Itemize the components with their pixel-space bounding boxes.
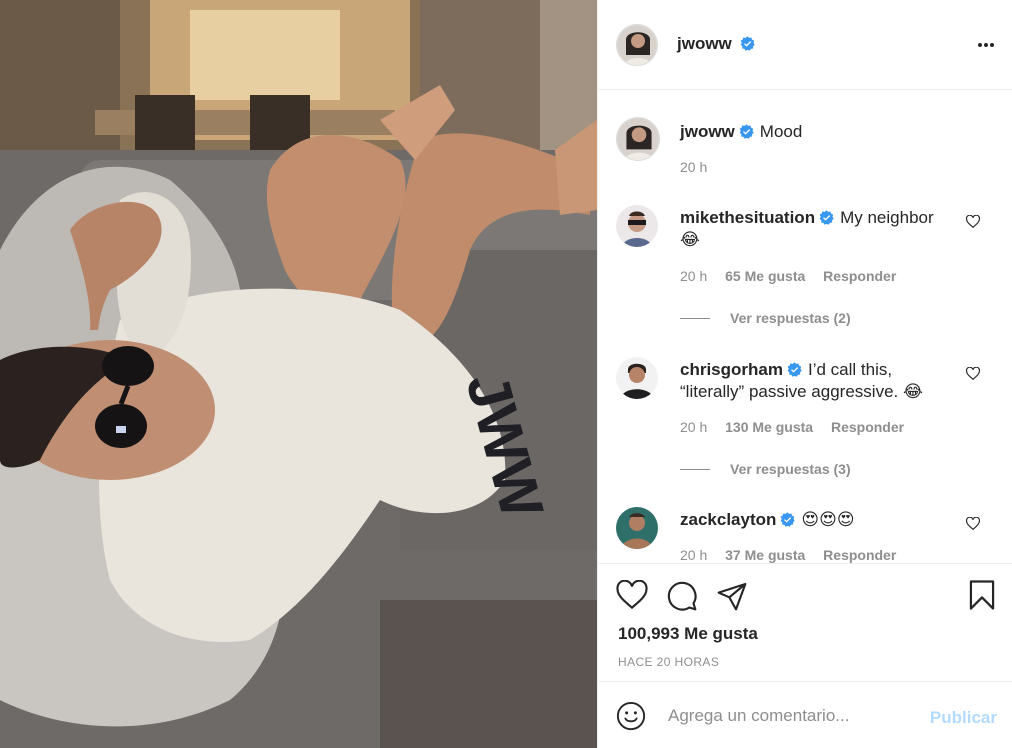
comment-text: My neighbor (840, 208, 934, 227)
bookmark-icon (969, 580, 995, 610)
comment-like-button[interactable] (965, 366, 981, 385)
caption-text: Mood (759, 122, 803, 141)
replies-divider (680, 468, 710, 470)
commenter-avatar[interactable] (616, 357, 658, 399)
save-button[interactable] (967, 579, 997, 616)
comment-likes[interactable]: 130 Me gusta (725, 419, 813, 435)
comments-list[interactable]: jwoww Mood 20 h mikethesituation My neighb… (598, 91, 1012, 563)
comment-time[interactable]: 20 h (680, 547, 707, 563)
share-icon (717, 582, 747, 611)
view-replies-label: Ver respuestas (3) (730, 461, 851, 477)
post-timestamp[interactable]: HACE 20 HORAS (618, 655, 719, 669)
likes-count[interactable]: 100,993 Me gusta (618, 624, 758, 644)
commenter-avatar[interactable] (616, 205, 658, 247)
comment-text-line2: “literally” passive aggressive. 😂 (680, 382, 923, 401)
commenter-username[interactable]: mikethesituation (680, 208, 815, 227)
post-photo-illustration: JWW (0, 0, 597, 748)
comment-like-button[interactable] (965, 214, 981, 233)
more-options-button[interactable] (977, 35, 995, 60)
share-button[interactable] (716, 580, 748, 617)
verified-badge-icon (780, 512, 796, 527)
comment-icon (667, 581, 697, 611)
verified-badge-icon (819, 210, 834, 225)
comment-time[interactable]: 20 h (680, 268, 707, 284)
author-avatar[interactable] (616, 24, 658, 66)
view-replies-button[interactable]: Ver respuestas (3) (680, 461, 851, 477)
heart-outline-icon (965, 516, 981, 531)
comment-composer: Publicar (598, 681, 1012, 748)
verified-badge-icon (787, 362, 802, 377)
like-button[interactable] (616, 579, 648, 615)
author-username[interactable]: jwoww (677, 34, 732, 53)
comment-reply-button[interactable]: Responder (831, 419, 904, 435)
comment-text-line2: 😂 (680, 230, 700, 249)
comment-likes[interactable]: 37 Me gusta (725, 547, 805, 563)
caption-time[interactable]: 20 h (680, 159, 707, 175)
post-side-panel: jwoww jwoww Mood 20 h mikethesituation My … (597, 0, 1012, 748)
post-header: jwoww (598, 0, 1012, 90)
commenter-username[interactable]: zackclayton (680, 510, 776, 529)
commenter-avatar[interactable] (616, 507, 658, 549)
comment-text: I’d call this, (807, 360, 893, 379)
replies-divider (680, 317, 710, 319)
comment-reply-button[interactable]: Responder (823, 547, 896, 563)
comment-likes[interactable]: 65 Me gusta (725, 268, 805, 284)
comment-text: 😍😍😍 (801, 510, 855, 529)
post-photo[interactable]: JWW (0, 0, 597, 748)
heart-outline-icon (965, 366, 981, 381)
comment-time[interactable]: 20 h (680, 419, 707, 435)
view-replies-button[interactable]: Ver respuestas (2) (680, 310, 851, 326)
heart-icon (616, 579, 648, 610)
comment-reply-button[interactable]: Responder (823, 268, 896, 284)
emoji-icon (616, 701, 646, 731)
comment-button[interactable] (666, 580, 698, 617)
verified-badge-icon (740, 36, 755, 51)
comment-like-button[interactable] (965, 516, 981, 535)
more-options-icon (978, 43, 994, 47)
heart-outline-icon (965, 214, 981, 229)
commenter-username[interactable]: chrisgorham (680, 360, 783, 379)
emoji-button[interactable] (616, 701, 646, 736)
caption-username[interactable]: jwoww (680, 122, 735, 141)
verified-badge-icon (739, 124, 754, 139)
publish-button[interactable]: Publicar (930, 708, 997, 728)
post-actions: 100,993 Me gusta HACE 20 HORAS (598, 563, 1012, 681)
view-replies-label: Ver respuestas (2) (730, 310, 851, 326)
comment-input[interactable] (668, 702, 918, 730)
caption-author-avatar[interactable] (616, 117, 660, 161)
